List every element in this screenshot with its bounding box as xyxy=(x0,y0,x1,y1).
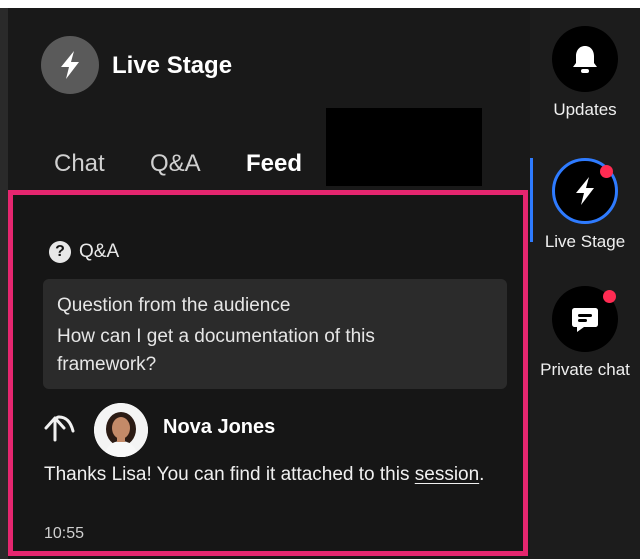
left-edge xyxy=(0,8,8,559)
sidebar-item-label: Updates xyxy=(553,100,617,119)
sidebar-item-label: Live Stage xyxy=(544,232,626,251)
avatar[interactable] xyxy=(94,403,148,457)
reply-text-end: . xyxy=(479,464,485,485)
reply-arrow-icon xyxy=(44,415,75,442)
reply-text-main: Thanks Lisa! You can find it attached to… xyxy=(44,464,415,485)
notification-dot xyxy=(603,290,616,303)
feed-item-card: ? Q&A Question from the audience How can… xyxy=(8,190,528,556)
question-text: How can I get a documentation of this fr… xyxy=(57,326,375,375)
bell-icon xyxy=(552,26,618,92)
session-link[interactable]: session xyxy=(415,464,479,485)
reply-author: Nova Jones xyxy=(163,416,276,438)
panel-title: Live Stage xyxy=(112,52,233,79)
timestamp: 10:55 xyxy=(44,525,85,542)
live-stage-panel: Live Stage Chat Q&A Feed ? Q&A Question … xyxy=(8,8,530,559)
tab-qa[interactable]: Q&A xyxy=(150,150,201,178)
qa-section-label: Q&A xyxy=(79,241,120,262)
tab-chat[interactable]: Chat xyxy=(54,150,105,178)
redacted-block xyxy=(326,108,482,186)
sidebar-item-live-stage[interactable]: Live Stage xyxy=(530,158,640,252)
right-sidebar: Updates Live Stage Private chat xyxy=(530,8,640,559)
question-icon: ? xyxy=(49,241,71,263)
notification-dot xyxy=(600,165,613,178)
top-strip xyxy=(0,0,640,8)
sidebar-item-private-chat[interactable]: Private chat xyxy=(530,286,640,380)
question-label: Question from the audience xyxy=(57,295,291,316)
sidebar-item-label: Private chat xyxy=(540,360,630,379)
tab-feed[interactable]: Feed xyxy=(246,150,302,178)
question-box: Question from the audience How can I get… xyxy=(43,279,507,389)
reply-text: Thanks Lisa! You can find it attached to… xyxy=(44,461,494,489)
lightning-icon xyxy=(41,36,99,94)
lightning-icon xyxy=(552,158,618,224)
chat-icon xyxy=(552,286,618,352)
sidebar-item-updates[interactable]: Updates xyxy=(530,26,640,120)
qa-section-header: ? Q&A xyxy=(49,241,119,263)
